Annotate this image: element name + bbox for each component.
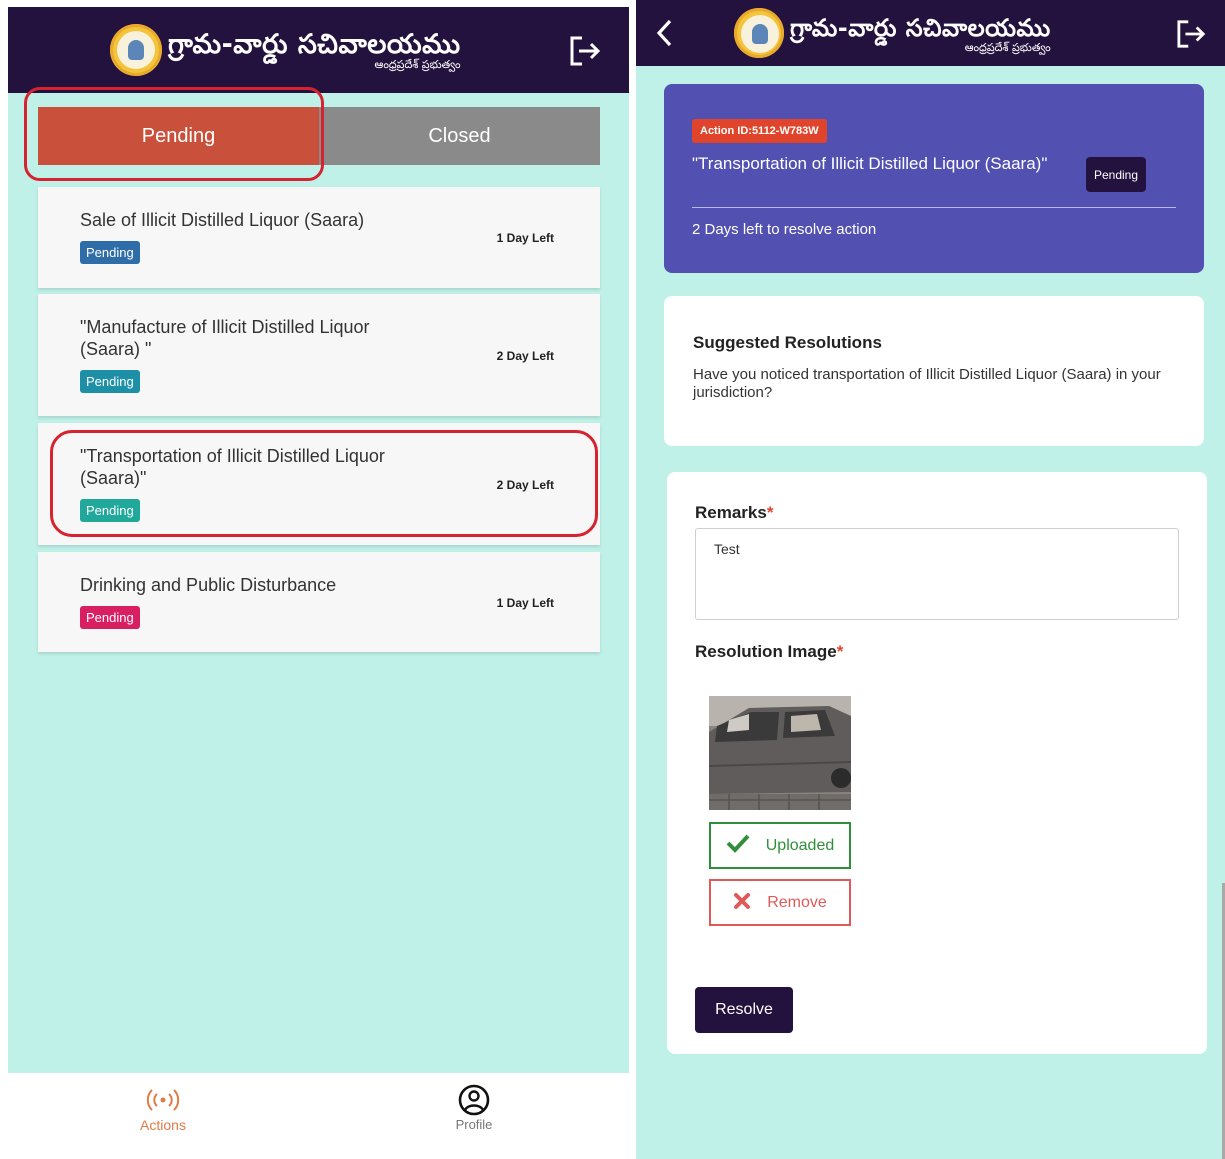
resolution-form: Remarks* Test Resolution Image* Uploaded… [667,472,1207,1054]
action-detail-screen: గ్రామ-వార్డు సచివాలయము ఆంధ్రప్రదేశ్ ప్రభ… [636,0,1225,1159]
state-emblem-icon [110,24,162,76]
list-item[interactable]: "Manufacture of Illicit Distilled Liquor… [38,294,600,416]
nav-actions[interactable]: Actions [103,1083,223,1133]
app-title: గ్రామ-వార్డు సచివాలయము [168,28,461,60]
uploaded-label: Uploaded [765,836,835,854]
divider [692,207,1176,208]
action-title: "Transportation of Illicit Distilled Liq… [692,154,1048,173]
tab-pending[interactable]: Pending [38,107,319,165]
status-badge: Pending [1086,157,1146,192]
check-icon [726,833,750,859]
status-badge: Pending [80,606,140,629]
tab-closed[interactable]: Closed [319,107,600,165]
status-badge: Pending [80,370,140,393]
suggested-text: Have you noticed transportation of Illic… [693,366,1161,401]
list-item[interactable]: "Transportation of Illicit Distilled Liq… [38,423,600,545]
back-arrow-icon[interactable] [654,17,674,54]
close-icon [733,890,751,916]
app-logo: గ్రామ-వార్డు సచివాలయము ఆంధ్రప్రదేశ్ ప్రభ… [110,24,461,76]
required-mark: * [766,503,774,522]
action-title: "Manufacture of Illicit Distilled Liquor… [80,317,370,359]
resolution-image-thumbnail[interactable] [709,696,851,810]
remarks-input[interactable]: Test [695,528,1179,620]
action-title: Sale of Illicit Distilled Liquor (Saara) [80,210,365,230]
user-circle-icon [414,1083,534,1117]
days-left: 2 Days left to resolve action [692,221,877,238]
nav-profile-label: Profile [455,1117,493,1132]
app-title: గ్రామ-వార్డు సచివాలయము [790,13,1051,42]
bottom-navigation: Actions Profile [8,1073,629,1159]
nav-profile[interactable]: Profile [414,1083,534,1132]
list-item[interactable]: Drinking and Public Disturbance Pending … [38,552,600,652]
logout-icon[interactable] [569,35,603,72]
days-left: 2 Day Left [496,478,554,492]
action-title: "Transportation of Illicit Distilled Liq… [80,446,385,488]
list-item[interactable]: Sale of Illicit Distilled Liquor (Saara)… [38,187,600,288]
app-logo: గ్రామ-వార్డు సచివాలయము ఆంధ్రప్రదేశ్ ప్రభ… [734,8,1051,58]
logout-icon[interactable] [1176,19,1208,54]
action-title: Drinking and Public Disturbance [80,575,337,595]
suggested-heading: Suggested Resolutions [693,333,882,352]
remove-label: Remove [767,893,827,911]
remove-image-button[interactable]: Remove [709,879,851,926]
broadcast-icon [103,1083,223,1117]
action-id-badge: Action ID:5112-W783W [692,119,827,143]
action-summary-card: Action ID:5112-W783W "Transportation of … [664,84,1204,273]
remarks-label: Remarks* [695,503,774,522]
days-left: 2 Day Left [496,349,554,363]
uploaded-button[interactable]: Uploaded [709,822,851,869]
days-left: 1 Day Left [496,596,554,610]
app-header: గ్రామ-వార్డు సచివాలయము ఆంధ్రప్రదేశ్ ప్రభ… [8,7,629,93]
resolution-image-label: Resolution Image* [695,642,844,661]
app-header: గ్రామ-వార్డు సచివాలయము ఆంధ్రప్రదేశ్ ప్రభ… [636,0,1225,66]
state-emblem-icon [734,8,784,58]
nav-actions-label: Actions [140,1117,186,1133]
required-mark: * [836,642,844,661]
status-badge: Pending [80,499,140,522]
suggested-resolutions-card: Suggested Resolutions Have you noticed t… [664,296,1204,446]
days-left: 1 Day Left [496,231,554,245]
status-tabs: Pending Closed [38,107,600,165]
status-badge: Pending [80,241,140,264]
pending-actions-screen: గ్రామ-వార్డు సచివాలయము ఆంధ్రప్రదేశ్ ప్రభ… [8,7,629,1159]
resolve-button[interactable]: Resolve [695,987,793,1033]
